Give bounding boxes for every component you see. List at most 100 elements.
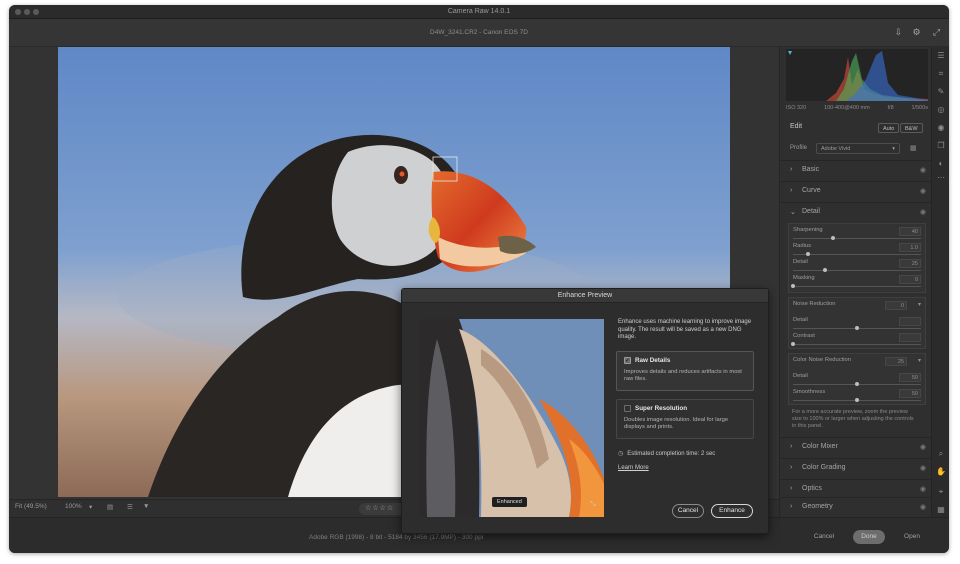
nr-contrast-track [791, 342, 921, 346]
sharpening-track [793, 236, 921, 240]
radius-value[interactable]: 1.0 [899, 243, 921, 252]
color-noise-chevron-icon[interactable]: ▾ [918, 357, 921, 364]
fullscreen-toggle-icon[interactable]: ⤢ [931, 27, 942, 38]
noise-reduction-slider[interactable]: Noise Reduction 0 ▾ [789, 301, 927, 315]
footer-done-button[interactable]: Done [853, 530, 885, 544]
bw-button[interactable]: B&W [900, 123, 923, 133]
section-detail[interactable]: ⌄ Detail ◉ [780, 202, 932, 222]
detail-thumb[interactable] [823, 268, 827, 272]
sharpening-value[interactable]: 40 [899, 227, 921, 236]
more-options-icon[interactable]: ⋯ [936, 173, 946, 183]
presets-icon[interactable]: ◐ [936, 159, 946, 169]
comment-icon[interactable]: ▤ [107, 503, 113, 511]
eye-icon[interactable]: ◉ [920, 208, 926, 216]
color-noise-slider[interactable]: Color Noise Reduction 25 ▾ [789, 357, 927, 371]
fit-zoom-label[interactable]: Fit (49.5%) [15, 503, 47, 510]
healing-brush-icon[interactable]: ✎ [936, 87, 946, 97]
masking-track [791, 284, 921, 288]
enhance-preview-image[interactable] [419, 319, 604, 517]
noise-reduction-value[interactable]: 0 [885, 301, 907, 310]
cn-smoothness-value[interactable]: 50 [899, 389, 921, 398]
eye-icon[interactable]: ◉ [920, 187, 926, 195]
nr-detail-slider[interactable]: Detail [789, 317, 927, 331]
masking-thumb[interactable] [791, 284, 795, 288]
settings-gear-icon[interactable]: ⚙ [911, 27, 922, 38]
raw-details-checkbox[interactable]: ✓ [624, 357, 631, 364]
footer-open-button[interactable]: Open [897, 530, 927, 544]
nr-detail-thumb[interactable] [855, 326, 859, 330]
color-sampler-icon[interactable]: ⌖ [936, 487, 946, 497]
section-color-grading-label: Color Grading [802, 464, 846, 471]
zoom-dropdown-chevron-icon[interactable]: ▾ [89, 503, 92, 511]
noise-options-chevron-icon[interactable]: ▾ [918, 301, 921, 308]
snapshots-icon[interactable]: ❐ [936, 141, 946, 151]
detail-slider[interactable]: Detail 25 [789, 259, 927, 273]
section-geometry[interactable]: › Geometry ◉ [780, 497, 932, 517]
masking-slider[interactable]: Masking 0 [789, 275, 927, 289]
iso-value: ISO 320 [786, 105, 807, 111]
section-curve[interactable]: › Curve ◉ [780, 181, 932, 201]
sharpening-thumb[interactable] [830, 236, 835, 240]
detail-value[interactable]: 25 [899, 259, 921, 268]
profile-select[interactable]: Adobe Vivid ▾ [816, 143, 900, 154]
eye-icon[interactable]: ◉ [920, 464, 926, 472]
hand-tool-icon[interactable]: ✋ [936, 467, 946, 477]
zoom-100-label[interactable]: 100% [65, 503, 82, 510]
grid-overlay-icon[interactable]: ▦ [936, 505, 946, 515]
estimated-time-text: Estimated completion time: 2 sec [627, 451, 716, 457]
title-bar: Camera Raw 14.0.1 [9, 5, 949, 19]
nr-detail-value[interactable] [899, 317, 921, 326]
radius-thumb[interactable] [806, 252, 811, 256]
cn-detail-slider[interactable]: Detail 50 [789, 373, 927, 387]
section-color-mixer[interactable]: › Color Mixer ◉ [780, 437, 932, 457]
super-resolution-checkbox[interactable] [624, 405, 631, 412]
sort-icon[interactable]: ☰ [127, 503, 133, 511]
super-resolution-option[interactable]: Super Resolution Doubles image resolutio… [616, 399, 754, 439]
section-optics-label: Optics [802, 485, 822, 492]
edit-title: Edit [790, 123, 803, 130]
enhanced-preview-label: Enhanced [492, 497, 527, 507]
dialog-title: Enhance Preview [402, 289, 768, 303]
masking-value[interactable]: 0 [899, 275, 921, 284]
red-eye-icon[interactable]: ◉ [936, 123, 946, 133]
radius-slider[interactable]: Radius 1.0 [789, 243, 927, 257]
crop-icon[interactable]: ⌗ [936, 69, 946, 79]
sharpening-slider[interactable]: Sharpening 40 [789, 227, 927, 241]
edit-panel: ISO 320 100-400@400 mm f/8 1/500s Edit A… [779, 47, 932, 517]
mask-icon[interactable]: ◎ [936, 105, 946, 115]
auto-button[interactable]: Auto [878, 123, 900, 133]
edit-sliders-icon[interactable]: ☰ [936, 51, 946, 61]
filter-icon[interactable]: ▼ [143, 503, 149, 510]
sharpening-group: Sharpening 40 Radius 1.0 Detail 25 Maski… [788, 223, 926, 293]
section-optics[interactable]: › Optics ◉ [780, 479, 932, 499]
section-basic[interactable]: › Basic ◉ [780, 160, 932, 180]
save-image-icon[interactable]: ⇩ [893, 27, 904, 38]
color-noise-value[interactable]: 25 [885, 357, 907, 366]
cn-detail-value[interactable]: 50 [899, 373, 921, 382]
cn-smoothness-thumb[interactable] [855, 398, 859, 402]
learn-more-link[interactable]: Learn More [618, 465, 649, 471]
profile-row: Profile Adobe Vivid ▾ ▦ [790, 143, 922, 155]
cn-detail-label: Detail [793, 373, 808, 379]
profile-label: Profile [790, 145, 808, 151]
preview-resize-icon[interactable]: ⤡ [590, 501, 596, 509]
nr-contrast-slider[interactable]: Contrast [789, 333, 927, 347]
workflow-options-link[interactable]: Adobe RGB (1998) - 8 bit - 5184 by 3456 … [309, 534, 483, 541]
zoom-tool-icon[interactable]: ⌕ [936, 449, 946, 459]
eye-icon[interactable]: ◉ [920, 443, 926, 451]
nr-contrast-thumb[interactable] [791, 342, 795, 346]
nr-contrast-value[interactable] [899, 333, 921, 342]
eye-icon[interactable]: ◉ [920, 166, 926, 174]
cn-smoothness-slider[interactable]: Smoothness 50 [789, 389, 927, 403]
section-curve-label: Curve [802, 187, 821, 194]
eye-icon[interactable]: ◉ [920, 503, 926, 511]
enhance-button[interactable]: Enhance [711, 504, 753, 518]
section-color-grading[interactable]: › Color Grading ◉ [780, 458, 932, 478]
chevron-down-icon: ⌄ [790, 209, 796, 216]
raw-details-option[interactable]: ✓ Raw Details Improves details and reduc… [616, 351, 754, 391]
dialog-cancel-button[interactable]: Cancel [672, 504, 704, 518]
eye-icon[interactable]: ◉ [920, 485, 926, 493]
profile-browser-grid-icon[interactable]: ▦ [910, 144, 917, 152]
cn-detail-thumb[interactable] [855, 382, 859, 386]
footer-cancel-button[interactable]: Cancel [809, 530, 839, 544]
